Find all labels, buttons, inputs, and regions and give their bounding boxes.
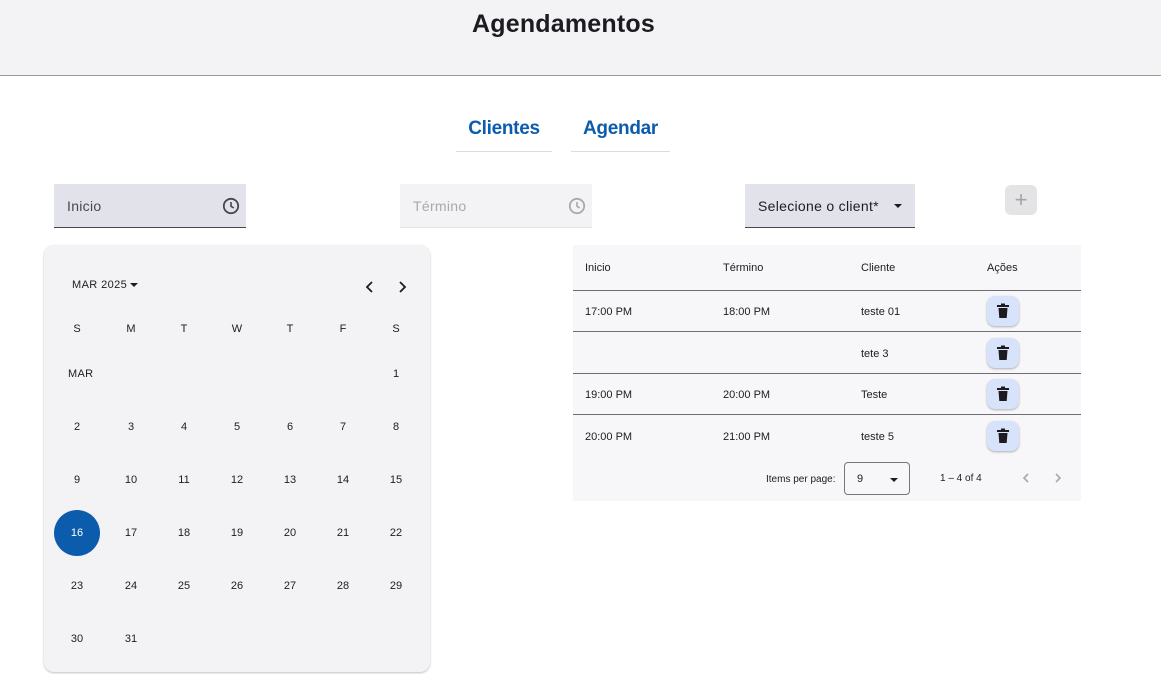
caret-down-icon <box>130 283 139 288</box>
chevron-left-icon <box>1022 473 1029 483</box>
clock-icon <box>568 197 586 215</box>
delete-button[interactable] <box>987 338 1019 368</box>
page-size-select[interactable]: 9 <box>844 462 910 495</box>
calendar-day[interactable]: 25 <box>161 563 207 609</box>
calendar-day[interactable]: 27 <box>267 563 313 609</box>
cell-cliente: tete 3 <box>861 348 889 360</box>
delete-button[interactable] <box>987 379 1019 409</box>
calendar-day[interactable]: 2 <box>54 404 100 450</box>
calendar-day[interactable]: 30 <box>54 616 100 662</box>
calendar-day[interactable]: 11 <box>161 457 207 503</box>
column-header-inicio: Inicio <box>585 262 611 274</box>
delete-button[interactable] <box>987 421 1019 451</box>
calendar-day[interactable]: 3 <box>108 404 154 450</box>
app-header: Agendamentos <box>0 0 1161 76</box>
calendar-day[interactable]: 21 <box>320 510 366 556</box>
calendar-day[interactable]: 24 <box>108 563 154 609</box>
previous-month-button[interactable] <box>358 277 382 297</box>
calendar: MAR 2025 SMTWTFS MAR 1 2 3 4 5 6 7 8 9 10 11 12 13 14… <box>44 245 430 672</box>
calendar-day[interactable]: 6 <box>267 404 313 450</box>
cell-cliente: Teste <box>861 389 888 401</box>
column-header-acoes: Ações <box>987 262 1018 274</box>
page-size-value: 9 <box>857 473 864 485</box>
page-title: Agendamentos <box>472 10 655 38</box>
weekday-header: F <box>339 323 347 335</box>
row-divider <box>573 414 1081 415</box>
caret-down-icon <box>890 478 898 482</box>
weekday-header: W <box>231 323 243 335</box>
calendar-day[interactable]: 29 <box>373 563 419 609</box>
calendar-day[interactable]: 18 <box>161 510 207 556</box>
calendar-day[interactable]: 14 <box>320 457 366 503</box>
delete-button[interactable] <box>987 296 1019 326</box>
calendar-day[interactable]: 7 <box>320 404 366 450</box>
client-select[interactable]: Selecione o client* <box>745 184 915 228</box>
cell-termino: 20:00 PM <box>723 389 771 401</box>
clock-icon[interactable] <box>222 197 240 215</box>
inicio-time-field[interactable]: Inicio <box>54 184 246 228</box>
appointments-table: Inicio Término Cliente Ações 17:00 PM 18… <box>573 245 1081 501</box>
chevron-left-icon <box>365 281 373 293</box>
calendar-day[interactable]: 4 <box>161 404 207 450</box>
row-divider <box>573 331 1081 332</box>
chevron-right-icon <box>1055 473 1062 483</box>
header-divider <box>573 290 1081 291</box>
plus-icon: + <box>1014 187 1028 212</box>
chevron-right-icon <box>399 281 407 293</box>
next-month-button[interactable] <box>390 277 414 297</box>
cell-inicio: 20:00 PM <box>585 431 633 443</box>
calendar-day[interactable]: 19 <box>214 510 260 556</box>
calendar-day[interactable]: 20 <box>267 510 313 556</box>
calendar-day[interactable]: 22 <box>373 510 419 556</box>
termino-time-field[interactable]: Término <box>400 184 592 228</box>
weekday-header: S <box>73 323 81 335</box>
calendar-day[interactable]: 28 <box>320 563 366 609</box>
row-divider <box>573 373 1081 374</box>
cell-cliente: teste 5 <box>861 431 895 443</box>
calendar-day[interactable]: 17 <box>108 510 154 556</box>
cell-inicio: 17:00 PM <box>585 306 633 318</box>
weekday-header: T <box>286 323 294 335</box>
cell-cliente: teste 01 <box>861 306 901 318</box>
calendar-day[interactable]: 13 <box>267 457 313 503</box>
calendar-day[interactable]: 15 <box>373 457 419 503</box>
nav-link-clientes[interactable]: Clientes <box>456 111 552 152</box>
calendar-day[interactable]: 12 <box>214 457 260 503</box>
nav-link-agendar[interactable]: Agendar <box>571 111 670 152</box>
cell-termino: 21:00 PM <box>723 431 771 443</box>
items-per-page-label: Items per page: <box>766 474 836 485</box>
previous-page-button[interactable] <box>1019 471 1033 485</box>
trash-icon <box>997 386 1009 401</box>
weekday-header: T <box>180 323 188 335</box>
add-appointment-button[interactable]: + <box>1005 185 1037 215</box>
calendar-month-label: MAR <box>68 368 94 380</box>
termino-label: Término <box>413 198 467 214</box>
trash-icon <box>997 345 1009 360</box>
calendar-day[interactable]: 5 <box>214 404 260 450</box>
calendar-day[interactable]: 8 <box>373 404 419 450</box>
cell-termino: 18:00 PM <box>723 306 771 318</box>
page-range-label: 1 – 4 of 4 <box>940 473 982 484</box>
calendar-day[interactable]: 26 <box>214 563 260 609</box>
trash-icon <box>997 428 1009 443</box>
trash-icon <box>997 303 1009 318</box>
weekday-header: M <box>126 323 136 335</box>
cell-inicio: 19:00 PM <box>585 389 633 401</box>
client-select-label: Selecione o client* <box>758 198 879 214</box>
calendar-day[interactable]: 23 <box>54 563 100 609</box>
calendar-period-button[interactable]: MAR 2025 <box>72 279 139 291</box>
calendar-day[interactable]: 10 <box>108 457 154 503</box>
inicio-label: Inicio <box>67 198 102 214</box>
calendar-day-selected[interactable]: 16 <box>54 510 100 556</box>
column-header-termino: Término <box>723 262 764 274</box>
calendar-day[interactable]: 9 <box>54 457 100 503</box>
calendar-period-label: MAR 2025 <box>72 279 128 291</box>
calendar-day[interactable]: 1 <box>373 351 419 397</box>
next-page-button[interactable] <box>1051 471 1065 485</box>
calendar-day[interactable]: 31 <box>108 616 154 662</box>
caret-down-icon <box>894 204 902 208</box>
column-header-cliente: Cliente <box>861 262 896 274</box>
weekday-header: S <box>392 323 400 335</box>
